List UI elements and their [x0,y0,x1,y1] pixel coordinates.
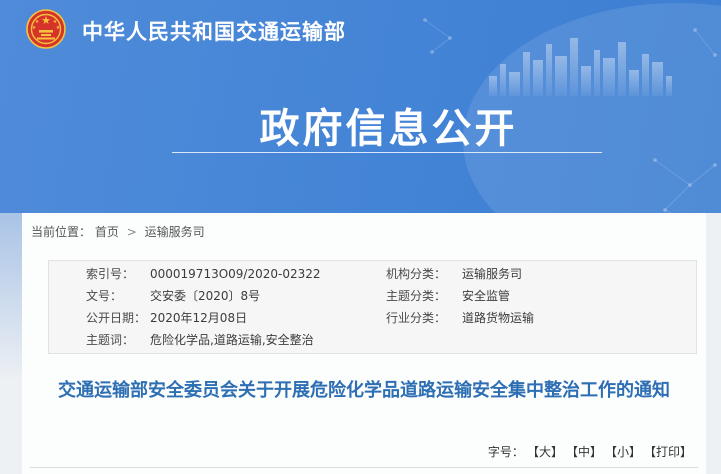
print-button[interactable]: 【打印】 [650,445,692,459]
breadcrumb-label: 当前位置： [31,225,91,239]
content-card: 当前位置： 首页 > 运输服务司 索引号： 000019713O09/2020-… [22,213,706,474]
industry-category-label: 行业分类： [386,307,462,329]
font-size-label: 字号： [488,445,524,459]
document-title: 交通运输部安全委员会关于开展危险化学品道路运输安全集中整治工作的通知 [44,377,684,405]
publish-date-value: 2020年12月08日 [150,307,386,329]
font-small-button[interactable]: 【小】 [611,445,641,459]
svg-text:★: ★ [41,14,51,27]
font-size-toolbar: 字号： 【大】【中】【小】【打印】 [488,443,692,460]
empty-label [386,329,462,351]
org-category-label: 机构分类： [386,263,462,285]
table-row: 公开日期： 2020年12月08日 行业分类： 道路货物运输 [49,307,696,329]
metadata-table: 索引号： 000019713O09/2020-02322 机构分类： 运输服务司… [48,260,697,354]
font-large-button[interactable]: 【大】 [533,445,563,459]
keywords-label: 主题词： [86,329,150,351]
breadcrumb-home-link[interactable]: 首页 [95,225,119,239]
publish-date-label: 公开日期： [86,307,150,329]
empty-value [462,329,696,351]
industry-category-value: 道路货物运输 [462,307,696,329]
doc-number-value: 交安委〔2020〕8号 [150,285,386,307]
site-name: 中华人民共和国交通运输部 [82,16,346,46]
svg-text:★: ★ [56,25,61,31]
breadcrumb-separator: > [127,225,137,239]
page-header: ★ ★ ★ ★ ★ 中华人民共和国交通运输部 政府信息公开 [0,0,721,213]
toolbar-divider [30,467,698,468]
topic-category-label: 主题分类： [386,285,462,307]
breadcrumb: 当前位置： 首页 > 运输服务司 [22,213,706,240]
banner-underline [172,152,602,153]
index-number-value: 000019713O09/2020-02322 [150,263,386,285]
index-number-label: 索引号： [86,263,150,285]
breadcrumb-section-link[interactable]: 运输服务司 [145,225,205,239]
left-fade-decoration [0,213,22,383]
doc-number-label: 文号： [86,285,150,307]
national-emblem-icon: ★ ★ ★ ★ ★ [26,9,66,53]
svg-text:★: ★ [32,25,37,31]
table-row: 索引号： 000019713O09/2020-02322 机构分类： 运输服务司 [49,263,696,285]
table-row: 主题词： 危险化学品,道路运输,安全整治 [49,329,696,351]
keywords-value: 危险化学品,道路运输,安全整治 [150,329,386,351]
topic-category-value: 安全监管 [462,285,696,307]
site-logo-link[interactable]: ★ ★ ★ ★ ★ 中华人民共和国交通运输部 [26,9,346,53]
table-row: 文号： 交安委〔2020〕8号 主题分类： 安全监管 [49,285,696,307]
org-category-value: 运输服务司 [462,263,696,285]
font-medium-button[interactable]: 【中】 [572,445,602,459]
banner-title: 政府信息公开 [0,96,721,154]
